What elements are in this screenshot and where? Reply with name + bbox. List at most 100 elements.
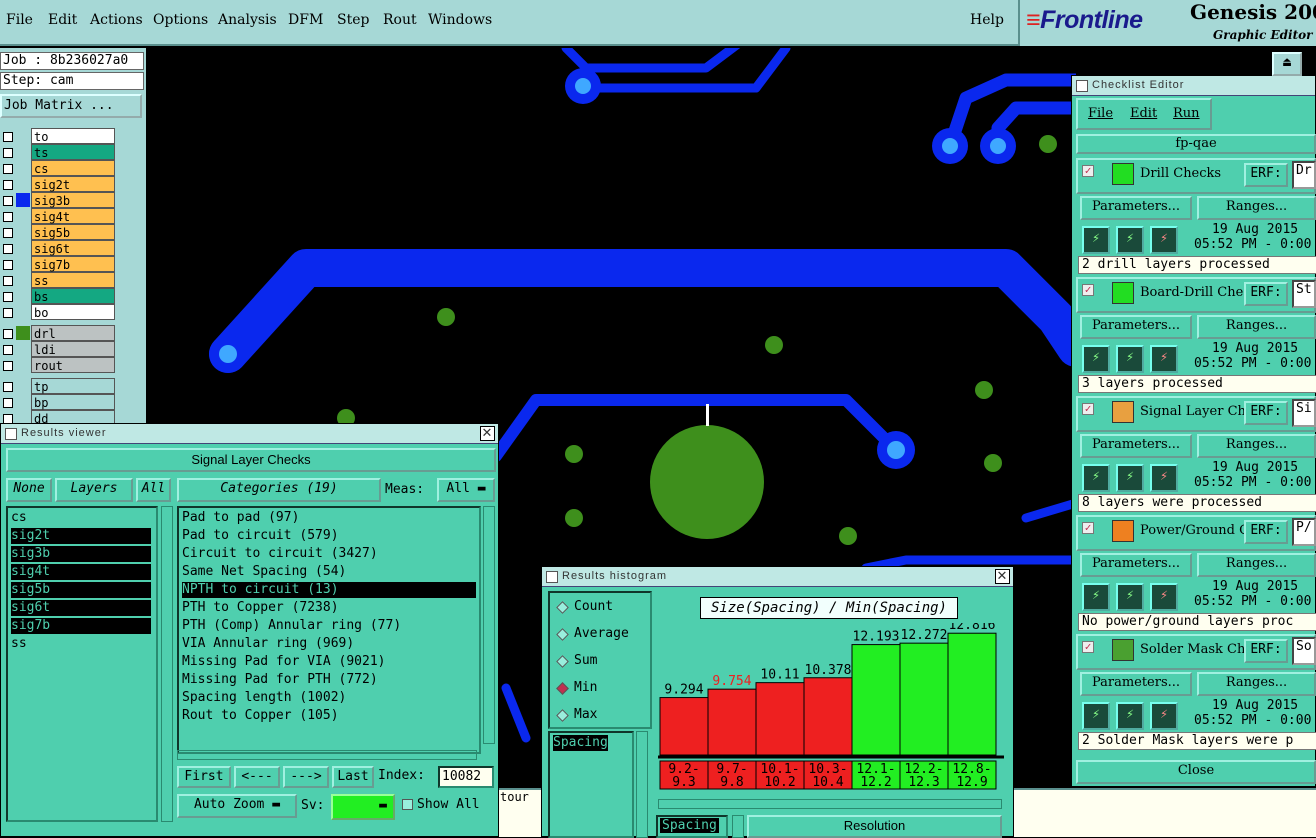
run-check-icon[interactable]: ⚡ xyxy=(1082,583,1110,611)
layer-row-sig5b[interactable]: sig5b xyxy=(0,224,118,240)
category-item[interactable]: NPTH to circuit (13) xyxy=(182,582,476,598)
category-item[interactable]: Missing Pad for VIA (9021) xyxy=(182,654,476,670)
layer-color-swatch[interactable] xyxy=(16,305,30,319)
close-icon[interactable]: ✕ xyxy=(995,569,1010,584)
check-label[interactable]: Power/Ground C xyxy=(1140,523,1244,538)
layer-color-swatch[interactable] xyxy=(16,358,30,372)
stop-check-icon[interactable]: ⚡ xyxy=(1150,464,1178,492)
menu-actions[interactable]: Actions xyxy=(90,12,143,28)
category-item[interactable]: PTH to Copper (7238) xyxy=(182,600,476,616)
layer-checkbox[interactable] xyxy=(3,180,13,190)
layer-color-swatch[interactable] xyxy=(16,161,30,175)
layer-row-bp[interactable]: bp xyxy=(0,394,118,410)
result-layer-item[interactable]: sig5b xyxy=(11,582,151,598)
layer-name[interactable]: sig5b xyxy=(31,224,115,240)
category-list-scrollbar[interactable] xyxy=(483,506,495,744)
layer-name[interactable]: bp xyxy=(31,394,115,410)
layer-name[interactable]: tp xyxy=(31,378,115,394)
erf-field[interactable]: St xyxy=(1292,280,1316,308)
layer-name[interactable]: rout xyxy=(31,357,115,373)
category-item[interactable]: Missing Pad for PTH (772) xyxy=(182,672,476,688)
menu-analysis[interactable]: Analysis xyxy=(218,12,277,28)
layer-name[interactable]: sig2t xyxy=(31,176,115,192)
layer-checkbox[interactable] xyxy=(3,212,13,222)
layer-checkbox[interactable] xyxy=(3,398,13,408)
layer-name[interactable]: ldi xyxy=(31,341,115,357)
layer-row-sig4t[interactable]: sig4t xyxy=(0,208,118,224)
hist-bar[interactable] xyxy=(947,632,997,756)
all-button[interactable]: All xyxy=(136,478,171,502)
layer-row-sig6t[interactable]: sig6t xyxy=(0,240,118,256)
bottom-scrollbar[interactable] xyxy=(732,815,744,838)
layer-name[interactable]: sig6t xyxy=(31,240,115,256)
check-label[interactable]: Drill Checks xyxy=(1140,166,1244,181)
run-check-icon[interactable]: ⚡ xyxy=(1116,583,1144,611)
layer-color-swatch[interactable] xyxy=(16,326,30,340)
run-check-icon[interactable]: ⚡ xyxy=(1082,345,1110,373)
check-label[interactable]: Board-Drill Che xyxy=(1140,285,1244,300)
layer-row-rout[interactable]: rout xyxy=(0,357,118,373)
result-layer-item[interactable]: cs xyxy=(11,510,151,526)
menu-options[interactable]: Options xyxy=(153,12,208,28)
erf-field[interactable]: So xyxy=(1292,637,1316,665)
layer-name[interactable]: sig4t xyxy=(31,208,115,224)
layer-results-list[interactable]: cs sig2t sig3b sig4t sig5b sig6t sig7b ss xyxy=(6,506,158,822)
ranges-button[interactable]: Ranges... xyxy=(1197,196,1316,220)
checklist-titlebar[interactable]: Checklist Editor xyxy=(1072,76,1315,96)
menu-step[interactable]: Step xyxy=(337,12,369,28)
layer-row-cs[interactable]: cs xyxy=(0,160,118,176)
layer-row-ldi[interactable]: ldi xyxy=(0,341,118,357)
run-check-icon[interactable]: ⚡ xyxy=(1116,702,1144,730)
meas-dropdown[interactable]: All ▬ xyxy=(437,478,495,502)
layer-color-swatch[interactable] xyxy=(16,342,30,356)
layer-checkbox[interactable] xyxy=(3,329,13,339)
layer-checkbox[interactable] xyxy=(3,361,13,371)
field-list-scrollbar[interactable] xyxy=(636,731,648,838)
parameters-button[interactable]: Parameters... xyxy=(1080,672,1192,696)
layer-color-swatch[interactable] xyxy=(16,209,30,223)
check-enable-checkbox[interactable]: ✓ xyxy=(1082,284,1094,296)
layer-name[interactable]: bo xyxy=(31,304,115,320)
layer-color-swatch[interactable] xyxy=(16,273,30,287)
category-item[interactable]: VIA Annular ring (969) xyxy=(182,636,476,652)
layer-name[interactable]: sig3b xyxy=(31,192,115,208)
layer-color-swatch[interactable] xyxy=(16,395,30,409)
layer-row-drl[interactable]: drl xyxy=(0,325,118,341)
result-layer-item[interactable]: sig7b xyxy=(11,618,151,634)
layer-checkbox[interactable] xyxy=(3,260,13,270)
window-menu-icon[interactable] xyxy=(5,428,17,440)
auto-zoom-dropdown[interactable]: Auto Zoom ▬ xyxy=(177,794,297,818)
menu-file[interactable]: File xyxy=(6,12,33,28)
hist-bar[interactable] xyxy=(707,688,757,756)
layer-name[interactable]: ss xyxy=(31,272,115,288)
checklist-menu-run[interactable]: Run xyxy=(1173,106,1200,121)
layer-name[interactable]: to xyxy=(31,128,115,144)
layers-button[interactable]: Layers xyxy=(55,478,133,502)
hist-bar[interactable] xyxy=(851,644,901,756)
parameters-button[interactable]: Parameters... xyxy=(1080,553,1192,577)
layer-color-swatch[interactable] xyxy=(16,289,30,303)
ranges-button[interactable]: Ranges... xyxy=(1197,315,1316,339)
parameters-button[interactable]: Parameters... xyxy=(1080,315,1192,339)
menu-edit[interactable]: Edit xyxy=(48,12,77,28)
check-label[interactable]: Solder Mask Che xyxy=(1140,642,1244,657)
menu-rout[interactable]: Rout xyxy=(383,12,417,28)
layer-color-swatch[interactable] xyxy=(16,241,30,255)
layer-row-bs[interactable]: bs xyxy=(0,288,118,304)
layer-row-ss[interactable]: ss xyxy=(0,272,118,288)
sv-color-dropdown[interactable]: ▬ xyxy=(331,794,395,820)
erf-field[interactable]: Si xyxy=(1292,399,1316,427)
layer-name[interactable]: ts xyxy=(31,144,115,160)
close-button[interactable]: Close xyxy=(1076,760,1316,784)
hist-bar[interactable] xyxy=(803,677,853,756)
show-all-checkbox[interactable] xyxy=(402,799,413,810)
run-check-icon[interactable]: ⚡ xyxy=(1116,464,1144,492)
check-enable-checkbox[interactable]: ✓ xyxy=(1082,165,1094,177)
layer-color-swatch[interactable] xyxy=(16,379,30,393)
menu-dfm[interactable]: DFM xyxy=(288,12,323,28)
layer-color-swatch[interactable] xyxy=(16,177,30,191)
category-item[interactable]: Circuit to circuit (3427) xyxy=(182,546,476,562)
layer-row-tp[interactable]: tp xyxy=(0,378,118,394)
stop-check-icon[interactable]: ⚡ xyxy=(1150,345,1178,373)
category-hscrollbar[interactable] xyxy=(177,750,477,760)
